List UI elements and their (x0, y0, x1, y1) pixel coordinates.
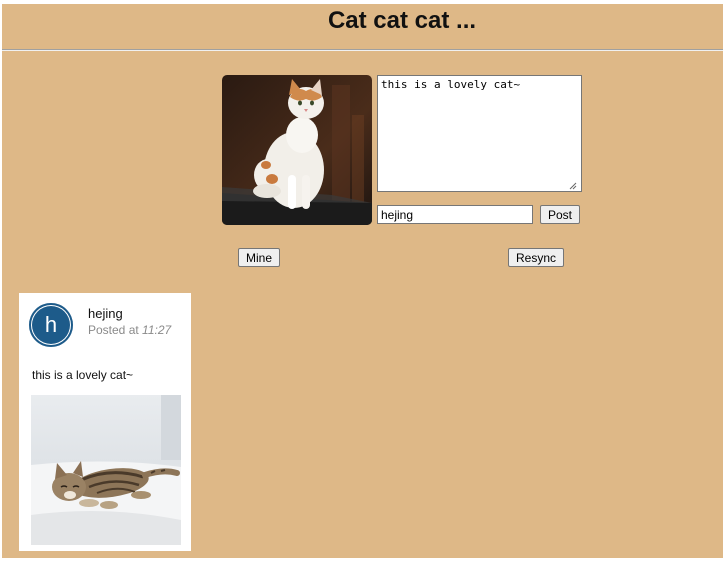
post-author: hejing (88, 306, 123, 321)
post-card: h hejing Posted at 11:27 this is a lovel… (19, 293, 191, 551)
resize-handle-icon[interactable] (569, 182, 577, 190)
posted-prefix: Posted at (88, 323, 139, 337)
posted-time: 11:27 (142, 323, 172, 337)
page-title: Cat cat cat ... (327, 7, 477, 34)
preview-image (222, 75, 372, 225)
post-timestamp: Posted at 11:27 (88, 323, 171, 337)
post-text-input[interactable]: this is a lovely cat~ (377, 75, 582, 192)
resync-button[interactable]: Resync (508, 248, 564, 267)
avatar: h (29, 303, 73, 347)
page: Cat cat cat ... this is a lovely cat~ he… (0, 0, 725, 561)
header-divider (2, 49, 723, 51)
sitting-cat-photo (222, 75, 372, 225)
app-container: Cat cat cat ... this is a lovely cat~ he… (2, 4, 723, 558)
author-name-input[interactable] (377, 205, 533, 224)
lying-cat-photo (31, 395, 181, 545)
mine-button[interactable]: Mine (238, 248, 280, 267)
post-image (31, 395, 181, 545)
post-text: this is a lovely cat~ (32, 368, 134, 382)
post-button[interactable]: Post (540, 205, 580, 224)
